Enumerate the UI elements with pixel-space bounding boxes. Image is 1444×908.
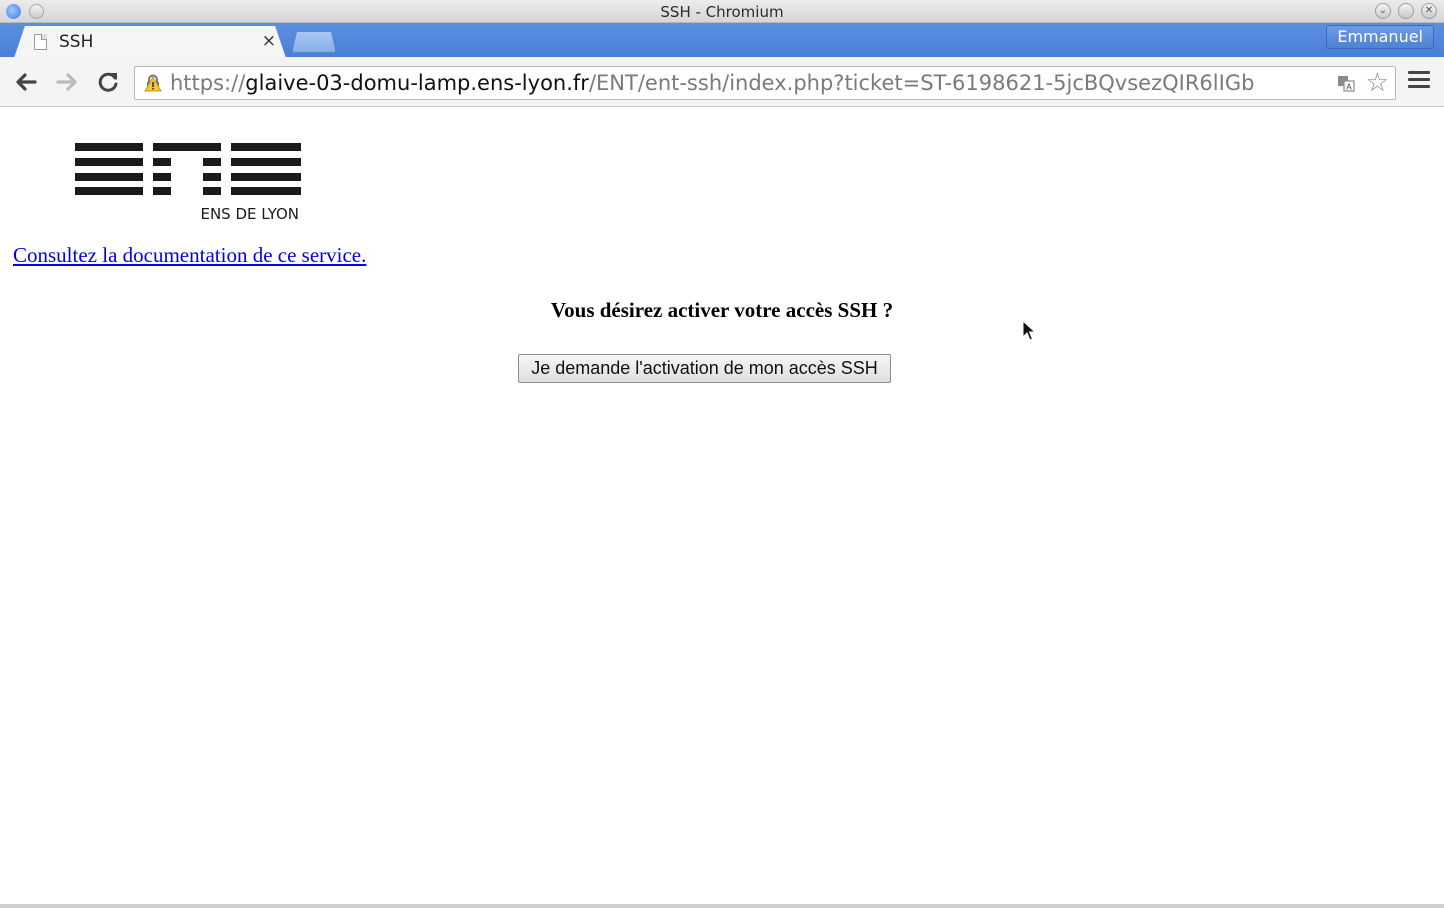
window-titlebar: SSH - Chromium ⌄ ✕ <box>0 0 1444 23</box>
tab-label: SSH <box>59 32 94 52</box>
forward-arrow-icon <box>56 73 77 91</box>
minimize-button[interactable]: ⌄ <box>1375 3 1391 19</box>
back-button[interactable] <box>11 67 41 97</box>
back-arrow-icon <box>16 73 37 91</box>
url-host: glaive-03-domu-lamp.ens-lyon.fr <box>245 71 589 95</box>
window-bottom-border <box>0 904 1444 908</box>
logo-caption: ENS DE LYON <box>200 205 299 223</box>
documentation-link[interactable]: Consultez la documentation de ce service… <box>13 243 366 268</box>
translate-icon[interactable]: A <box>1337 75 1355 92</box>
url-path: /ENT/ent-ssh/index.php?ticket=ST-6198621… <box>588 71 1255 95</box>
tab-ssh[interactable]: SSH × <box>14 26 286 58</box>
close-window-button[interactable]: ✕ <box>1421 3 1437 19</box>
url-scheme: https:// <box>170 71 246 95</box>
tab-close-icon[interactable]: × <box>262 31 276 51</box>
new-tab-button[interactable] <box>292 31 336 53</box>
bookmark-star-icon[interactable]: ☆ <box>1366 69 1389 97</box>
window-title: SSH - Chromium <box>660 3 784 21</box>
page-content: ENS DE LYON Consultez la documentation d… <box>2 108 1442 904</box>
request-ssh-activation-button[interactable]: Je demande l'activation de mon accès SSH <box>518 354 891 383</box>
tab-strip: SSH × Emmanuel <box>0 23 1444 58</box>
page-icon <box>34 34 47 50</box>
svg-text:A: A <box>1346 83 1352 92</box>
warning-lock-icon <box>144 74 162 92</box>
mouse-cursor-icon <box>1022 320 1036 341</box>
url-text: https://glaive-03-domu-lamp.ens-lyon.fr/… <box>170 71 1330 95</box>
reload-icon <box>98 72 118 92</box>
browser-toolbar: https://glaive-03-domu-lamp.ens-lyon.fr/… <box>0 57 1444 107</box>
address-bar[interactable]: https://glaive-03-domu-lamp.ens-lyon.fr/… <box>134 66 1396 100</box>
forward-button[interactable] <box>52 67 82 97</box>
ens-lyon-logo: ENS DE LYON <box>75 143 301 223</box>
page-heading: Vous désirez activer votre accès SSH ? <box>550 298 894 322</box>
maximize-button[interactable] <box>1398 3 1414 19</box>
profile-button[interactable]: Emmanuel <box>1326 25 1434 49</box>
browser-menu-icon[interactable] <box>1408 71 1430 91</box>
reload-button[interactable] <box>93 67 123 97</box>
